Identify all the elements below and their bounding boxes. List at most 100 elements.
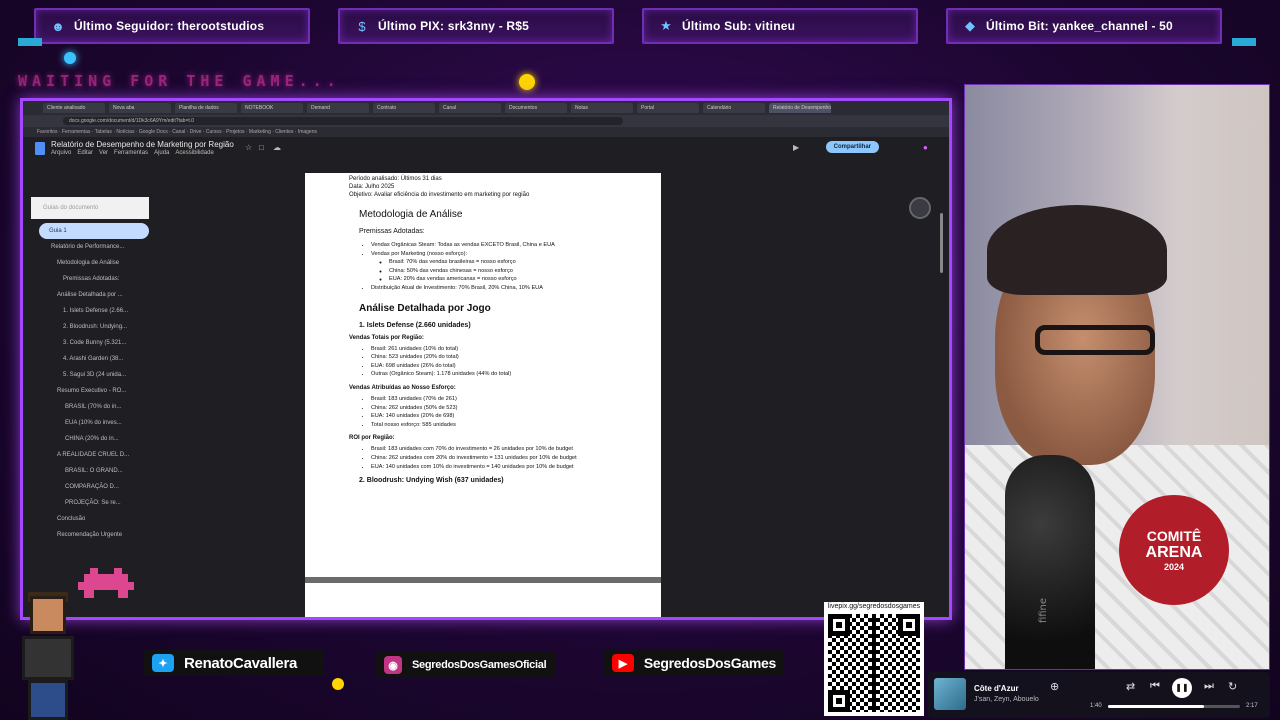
previous-icon[interactable]: ⏮ <box>1150 680 1160 693</box>
browser-tab[interactable]: Planilha de dados <box>175 103 237 113</box>
instagram-icon: ◉ <box>384 656 402 674</box>
waiting-banner: WAITING FOR THE GAME... <box>18 72 341 90</box>
outline-item[interactable]: Conclusão <box>29 511 149 527</box>
outline-item[interactable]: 1. Islets Defense (2.66... <box>29 303 149 319</box>
list-item: Vendas Orgânicas Steam: Todas as vendas … <box>371 241 661 250</box>
outline-tab[interactable]: Guia 1 <box>39 223 149 239</box>
browser-tab[interactable]: Relatório de Desempenho <box>769 103 831 113</box>
song-artist: J'san, Zeyn, Abouelo <box>974 696 1039 703</box>
moon-icon[interactable] <box>909 197 931 219</box>
instagram-handle: ◉ SegredosDosGamesOficial <box>376 652 556 678</box>
next-icon[interactable]: ⏭ <box>1204 680 1214 693</box>
doc-menu-item[interactable]: Ajuda <box>154 150 169 156</box>
heading-game-1: 1. Islets Defense (2.660 unidades) <box>359 321 471 329</box>
doc-page[interactable]: Período analisado: Últimos 31 dias Data:… <box>305 173 661 577</box>
docs-icon[interactable] <box>35 142 45 155</box>
doc-menu-item[interactable]: Arquivo <box>51 150 71 156</box>
outline-item[interactable]: A REALIDADE CRUEL D... <box>29 447 149 463</box>
outline-item[interactable]: Metodologia de Análise <box>29 255 149 271</box>
outline-item[interactable]: 4. Arashi Garden (38... <box>29 351 149 367</box>
add-icon[interactable]: ⊕ <box>1050 680 1059 693</box>
outline-item[interactable]: EUA (10% do inves... <box>29 415 149 431</box>
outline-item[interactable]: Relatório de Performance... <box>29 239 149 255</box>
outline-item[interactable]: 3. Code Bunny (5.321... <box>29 335 149 351</box>
browser-tab[interactable]: Calendário <box>703 103 765 113</box>
corner-decoration-right <box>1232 38 1256 46</box>
list-item: EUA: 698 unidades (26% do total) <box>371 362 661 371</box>
progress-fill <box>1108 705 1205 708</box>
browser-tab[interactable]: NOTEBOOK <box>241 103 303 113</box>
progress-bar[interactable] <box>1108 705 1240 708</box>
scrollbar[interactable] <box>940 213 943 273</box>
youtube-handle: ▶ SegredosDosGames <box>604 650 784 676</box>
youtube-label: SegredosDosGames <box>643 655 776 671</box>
user-icon: ☻ <box>51 18 65 34</box>
outline-item[interactable]: Análise Detalhada por ... <box>29 287 149 303</box>
doc-page-next[interactable] <box>305 583 661 617</box>
music-player: Côte d'Azur J'san, Zeyn, Abouelo ⊕ ⇄ ⏮ ❚… <box>928 672 1270 718</box>
list-item: Vendas por Marketing (nosso esforço): Br… <box>371 250 661 284</box>
outline-item[interactable]: Resumo Executivo - RO... <box>29 383 149 399</box>
twitter-label: RenatoCavallera <box>184 654 298 672</box>
corner-decoration-left <box>18 38 42 46</box>
list-item: EUA: 20% das vendas americanas = nosso e… <box>389 275 661 284</box>
screen-capture: Cliente analisado Nova aba Planilha de dad… <box>20 98 952 620</box>
browser-tab[interactable]: Nova aba <box>109 103 171 113</box>
album-cover <box>934 678 966 710</box>
doc-menu-item[interactable]: Ver <box>99 150 108 156</box>
browser-tab[interactable]: Contrato <box>373 103 435 113</box>
doc-menu-item[interactable]: Editar <box>77 150 93 156</box>
alert-last-pix: $ Último PIX: srk3nny - R$5 <box>338 8 614 44</box>
browser-tab[interactable]: Notas <box>571 103 633 113</box>
badge-text: ARENA <box>1145 544 1203 561</box>
share-button[interactable]: Compartilhar <box>825 141 879 153</box>
doc-menu-item[interactable]: Ferramentas <box>114 150 148 156</box>
video-icon[interactable]: ▶ <box>793 143 799 152</box>
browser-tab[interactable]: Canal <box>439 103 501 113</box>
instagram-label: SegredosDosGamesOficial <box>412 659 547 671</box>
list-item: Brasil: 70% das vendas brasileiras = nos… <box>389 258 661 267</box>
doc-title[interactable]: Relatório de Desempenho de Marketing por… <box>51 140 234 149</box>
doc-menu-item[interactable]: Acessibilidade <box>175 150 213 156</box>
outline-item[interactable]: Recomendação Urgente <box>29 527 149 543</box>
space-invader-icon <box>78 568 134 600</box>
attributed-list: Brasil: 183 unidades (70% de 261)China: … <box>371 395 661 429</box>
pixel-body <box>22 636 74 680</box>
shirt-badge: COMITÊ ARENA 2024 <box>1119 495 1229 605</box>
browser-tab[interactable]: Documentos <box>505 103 567 113</box>
list-item: Brasil: 261 unidades (10% do total) <box>371 345 661 354</box>
outline-item[interactable]: PROJEÇÃO: Se re... <box>29 495 149 511</box>
streamer-hair <box>987 205 1167 295</box>
outline-item[interactable]: BRASIL (70% do in... <box>29 399 149 415</box>
cloud-icon[interactable]: ☁ <box>273 143 281 152</box>
shuffle-icon[interactable]: ⇄ <box>1126 680 1135 693</box>
browser-tab[interactable]: Cliente analisado <box>43 103 105 113</box>
repeat-icon[interactable]: ↻ <box>1228 680 1237 693</box>
qr-code-panel: livepix.gg/segredosdosgames <box>824 602 924 716</box>
outline-item[interactable]: COMPARAÇÃO D... <box>29 479 149 495</box>
dollar-icon: $ <box>358 18 366 34</box>
outline-item[interactable]: 5. Sagui 3D (24 unida... <box>29 367 149 383</box>
bookmarks-bar[interactable]: Favoritos · Ferramentas · Tabelas · Notí… <box>23 127 949 137</box>
avatar[interactable]: ● <box>923 143 928 152</box>
outline-search[interactable]: Guias do documento <box>31 197 149 219</box>
list-item: China: 523 unidades (20% do total) <box>371 353 661 362</box>
browser-tab-bar: Cliente analisado Nova aba Planilha de dad… <box>23 101 949 115</box>
browser-tab[interactable]: Demand <box>307 103 369 113</box>
star-icon: ★ <box>660 18 672 33</box>
alert-follower-text: Último Seguidor: therootstudios <box>74 19 265 33</box>
pause-button[interactable]: ❚❚ <box>1172 678 1192 698</box>
alert-sub-text: Último Sub: vitineu <box>682 19 796 33</box>
browser-tab[interactable]: Portal <box>637 103 699 113</box>
list-item: Brasil: 183 unidades (70% de 261) <box>371 395 661 404</box>
outline-item[interactable]: CHINA (20% do in... <box>29 431 149 447</box>
folder-icon[interactable]: □ <box>259 143 264 152</box>
list-item: China: 50% das vendas chinesas = nosso e… <box>389 267 661 276</box>
duration: 2:17 <box>1246 703 1258 709</box>
url-field[interactable]: docs.google.com/document/d/1Dk3c6A9Ym/ed… <box>63 117 623 125</box>
star-icon[interactable]: ☆ <box>245 143 252 152</box>
outline-item[interactable]: 2. Bloodrush: Undying... <box>29 319 149 335</box>
outline-item[interactable]: BRASIL: O GRAND... <box>29 463 149 479</box>
decoration-dot <box>332 678 344 690</box>
outline-item[interactable]: Premissas Adotadas: <box>29 271 149 287</box>
